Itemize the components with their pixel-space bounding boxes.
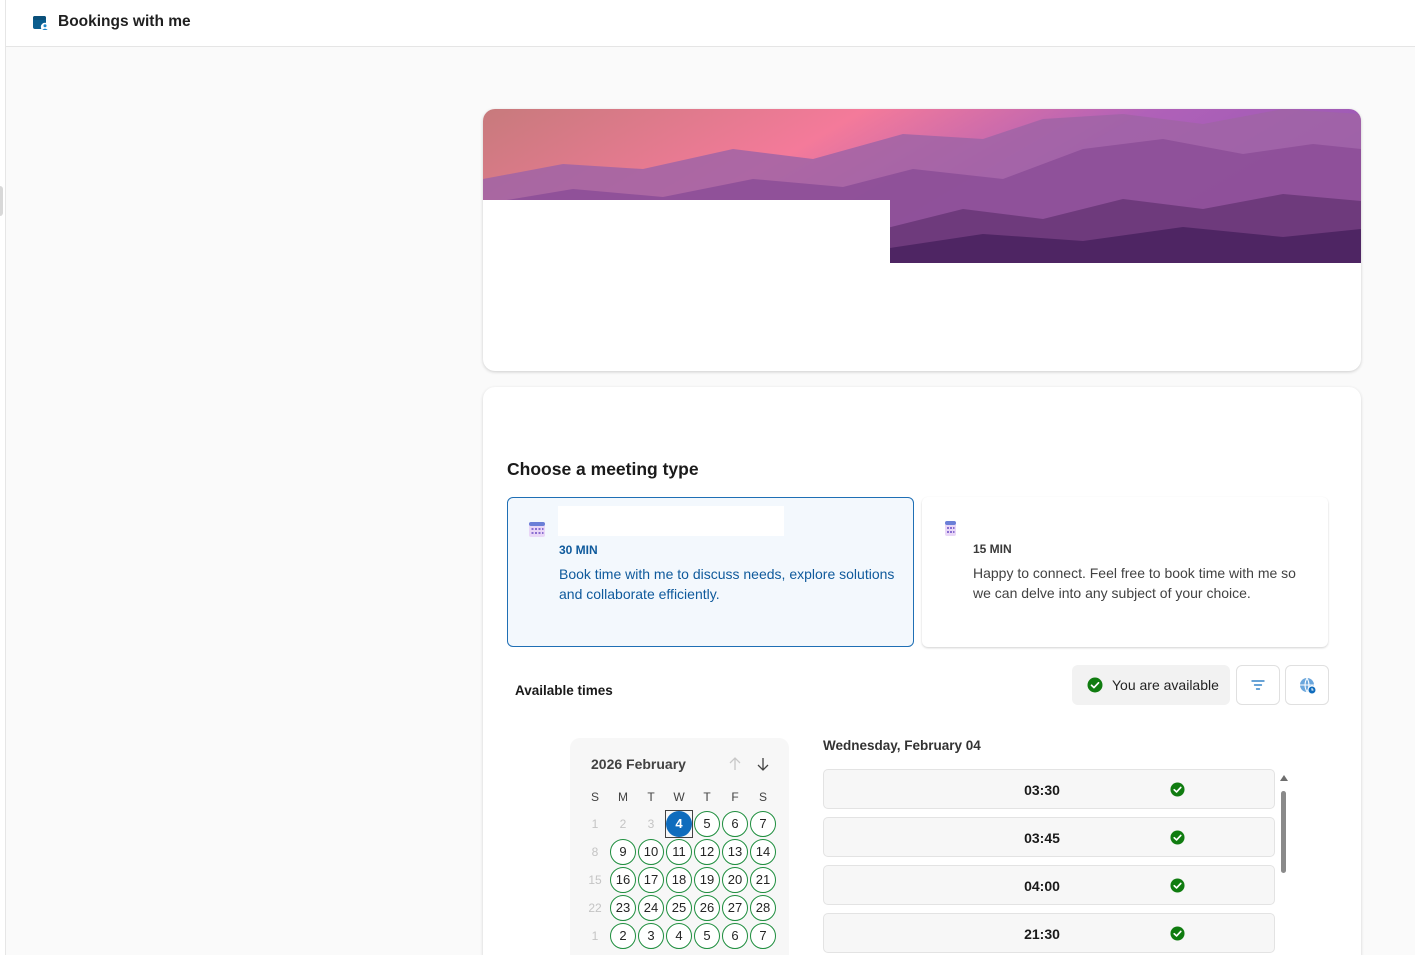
check-circle-icon <box>1170 878 1185 893</box>
check-circle-icon <box>1087 677 1103 693</box>
check-circle-icon <box>1170 830 1185 845</box>
calendar-day[interactable]: 28 <box>750 895 776 921</box>
time-slot-button[interactable]: 03:30 <box>823 769 1275 809</box>
meeting-duration: 15 MIN <box>973 542 1012 556</box>
selected-date-heading: Wednesday, February 04 <box>823 738 981 753</box>
booking-card: Choose a meeting type 30 MIN Book time w… <box>483 387 1361 955</box>
scrollbar-thumb[interactable] <box>1281 791 1286 873</box>
weekday-header: S <box>758 790 767 804</box>
meeting-type-heading: Choose a meeting type <box>507 459 699 479</box>
calendar-day: 8 <box>591 845 599 859</box>
available-times-label: Available times <box>515 683 613 698</box>
calendar-day[interactable]: 21 <box>750 867 776 893</box>
calendar-day[interactable]: 18 <box>666 867 692 893</box>
calendar-day[interactable]: 10 <box>638 839 664 865</box>
calendar-icon <box>945 521 956 536</box>
weekday-header: S <box>590 790 599 804</box>
calendar-day: 22 <box>588 901 602 915</box>
calendar-day[interactable]: 14 <box>750 839 776 865</box>
calendar-day[interactable]: 12 <box>694 839 720 865</box>
time-slot-label: 03:30 <box>1024 782 1060 798</box>
arrow-up-icon[interactable] <box>728 756 742 772</box>
left-edge <box>0 0 6 955</box>
time-slot-button[interactable]: 04:00 <box>823 865 1275 905</box>
time-slot-label: 03:45 <box>1024 830 1060 846</box>
globe-icon <box>1300 677 1317 695</box>
arrow-down-icon[interactable] <box>756 756 770 772</box>
calendar-day[interactable]: 9 <box>610 839 636 865</box>
date-picker-calendar: 2026 February S M T W T F S 1 2 3 4 5 6 7 8 9 10 11 12 13 14… <box>570 738 789 955</box>
calendar-day[interactable]: 17 <box>638 867 664 893</box>
calendar-day[interactable]: 4 <box>666 923 692 949</box>
hero-banner-card <box>483 109 1361 371</box>
calendar-day: 1 <box>591 929 599 943</box>
calendar-day: 1 <box>591 817 599 831</box>
calendar-day[interactable]: 24 <box>638 895 664 921</box>
calendar-day[interactable]: 3 <box>638 923 664 949</box>
availability-status-text: You are available <box>1112 677 1219 693</box>
meeting-duration: 30 MIN <box>559 543 598 557</box>
app-title: Bookings with me <box>58 13 191 30</box>
calendar-day: 2 <box>619 817 627 831</box>
calendar-day[interactable]: 25 <box>666 895 692 921</box>
calendar-day[interactable]: 7 <box>750 811 776 837</box>
meeting-type-card-30-min[interactable]: 30 MIN Book time with me to discuss need… <box>507 497 914 647</box>
time-slot-label: 21:30 <box>1024 926 1060 942</box>
calendar-day[interactable]: 6 <box>722 923 748 949</box>
time-slot-button[interactable]: 03:45 <box>823 817 1275 857</box>
timezone-button[interactable] <box>1285 665 1329 705</box>
calendar-day: 3 <box>647 817 655 831</box>
bookings-app-icon <box>33 16 50 32</box>
calendar-day[interactable]: 13 <box>722 839 748 865</box>
calendar-month-title: 2026 February <box>591 756 686 772</box>
time-slot-button[interactable]: 21:30 <box>823 913 1275 953</box>
weekday-header: F <box>731 790 739 804</box>
time-slot-label: 04:00 <box>1024 878 1060 894</box>
calendar-icon <box>529 522 545 537</box>
calendar-day[interactable]: 16 <box>610 867 636 893</box>
filter-button[interactable] <box>1236 665 1280 705</box>
check-circle-icon <box>1170 782 1185 797</box>
calendar-day[interactable]: 7 <box>750 923 776 949</box>
meeting-type-card-15-min[interactable]: 15 MIN Happy to connect. Feel free to bo… <box>922 497 1328 647</box>
availability-status-pill[interactable]: You are available <box>1072 665 1230 705</box>
banner-overlay <box>483 200 890 263</box>
top-bar: Bookings with me <box>6 0 1415 47</box>
weekday-header: T <box>647 790 655 804</box>
calendar-day[interactable]: 2 <box>610 923 636 949</box>
calendar-day-selected[interactable]: 4 <box>666 811 692 837</box>
calendar-day: 15 <box>588 873 602 887</box>
calendar-day[interactable]: 26 <box>694 895 720 921</box>
filter-icon <box>1251 680 1265 690</box>
calendar-day[interactable]: 27 <box>722 895 748 921</box>
weekday-header: M <box>618 790 628 804</box>
scroll-up-arrow-icon[interactable] <box>1280 775 1288 781</box>
meeting-description: Book time with me to discuss needs, expl… <box>559 566 895 602</box>
weekday-header: T <box>703 790 711 804</box>
calendar-day[interactable]: 11 <box>666 839 692 865</box>
calendar-day[interactable]: 5 <box>694 923 720 949</box>
calendar-day[interactable]: 23 <box>610 895 636 921</box>
calendar-day[interactable]: 5 <box>694 811 720 837</box>
calendar-day[interactable]: 19 <box>694 867 720 893</box>
meeting-description: Happy to connect. Feel free to book time… <box>973 565 1296 601</box>
weekday-header: W <box>673 790 685 804</box>
calendar-day[interactable]: 20 <box>722 867 748 893</box>
check-circle-icon <box>1170 926 1185 941</box>
calendar-day[interactable]: 6 <box>722 811 748 837</box>
sidebar-handle[interactable] <box>0 186 3 216</box>
meeting-type-name-redacted <box>558 506 784 536</box>
